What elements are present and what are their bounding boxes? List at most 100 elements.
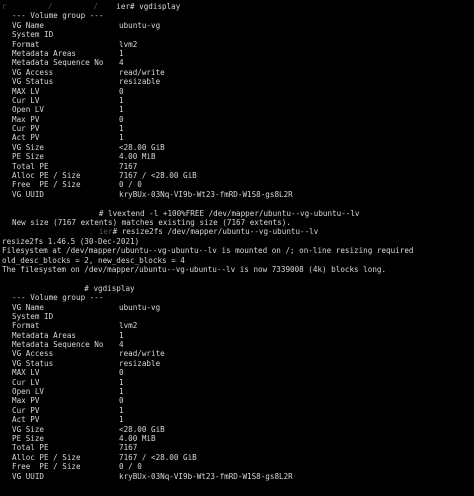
vg-info-label: Alloc PE / Size xyxy=(12,452,81,462)
vg-info-row: Open LV 1 xyxy=(12,105,474,114)
vg-info-row: Alloc PE / Size 7167 / <28.00 GiB xyxy=(12,453,474,462)
redacted-prompt: ier xyxy=(12,227,113,237)
vg-info-value: 1 xyxy=(119,387,124,397)
vg-info-label: VG Size xyxy=(12,424,45,434)
vg-info-value: 0 xyxy=(119,86,124,96)
vg-info-value: resizable xyxy=(119,358,161,368)
shell-prompt: # lvextend -l +100%FREE /dev/mapper/ubun… xyxy=(12,209,474,218)
vg-info-label: Cur PV xyxy=(12,405,40,415)
vg-info-row: Format lvm2 xyxy=(12,321,474,330)
vg-info-label: VG Size xyxy=(12,142,45,152)
vg-info-label: Cur PV xyxy=(12,124,40,134)
command-output: resize2fs 1.46.5 (30-Dec-2021) xyxy=(2,236,140,246)
vg-info-row: Cur PV 1 xyxy=(12,124,474,133)
vg-info-row: System ID xyxy=(12,312,474,321)
vg-info-label: VG Access xyxy=(12,67,54,77)
vg-info-label: VG Name xyxy=(12,302,45,312)
vg-info-row: Metadata Sequence No 4 xyxy=(12,58,474,67)
vg-info-label: VG Name xyxy=(12,20,45,30)
vg-info-label: Total PE xyxy=(12,161,49,171)
vg-info-value: 0 / 0 xyxy=(119,180,142,190)
vg-info-label: Cur LV xyxy=(12,95,40,105)
vg-info-value: 1 xyxy=(119,105,124,115)
vg-info-label: VG UUID xyxy=(12,189,45,199)
vg-info-label: Metadata Areas xyxy=(12,330,77,340)
prompt-command: ier# vgdisplay xyxy=(116,2,181,11)
vg-info-value: kryBUx-03Nq-VI9b-Wt23-fmRD-W1S8-gs8L2R xyxy=(119,471,293,481)
vg-info-row: VG Size <28.00 GiB xyxy=(12,425,474,434)
vg-info-row: VG Access read/write xyxy=(12,68,474,77)
vg-info-row: Cur LV 1 xyxy=(12,96,474,105)
vg-info-label: Open LV xyxy=(12,105,45,115)
vg-info-value: 7167 xyxy=(119,443,138,453)
lvextend-command: # lvextend -l +100%FREE /dev/mapper/ubun… xyxy=(98,208,360,218)
vg-info-row: Metadata Areas 1 xyxy=(12,49,474,58)
vg-info-label: Cur LV xyxy=(12,377,40,387)
vg-info-value: 1 xyxy=(119,415,124,425)
vg-info-row: Format lvm2 xyxy=(12,40,474,49)
command-output: old_desc_blocks = 2, new_desc_blocks = 4 xyxy=(2,255,185,265)
vg-info-row: VG Name ubuntu-vg xyxy=(12,303,474,312)
vg-info-label: Format xyxy=(12,321,40,331)
vg-info-label: System ID xyxy=(12,30,54,40)
vg-info-value: 0 xyxy=(119,396,124,406)
vg-info-row: PE Size 4.00 MiB xyxy=(12,434,474,443)
vg-info-row: Act PV 1 xyxy=(12,415,474,424)
vg-info-row: VG Size <28.00 GiB xyxy=(12,143,474,152)
vg-info-row: Metadata Sequence No 4 xyxy=(12,340,474,349)
vg-info-row: Cur PV 1 xyxy=(12,406,474,415)
vg-info-row: Free PE / Size 0 / 0 xyxy=(12,462,474,471)
redacted-prompt: r / / xyxy=(2,2,117,11)
vg-info-row: Max PV 0 xyxy=(12,115,474,124)
vg-info-value: <28.00 GiB xyxy=(119,424,165,434)
vg-info-label: MAX LV xyxy=(12,368,40,378)
shell-prompt: ier# resize2fs /dev/mapper/ubuntu--vg-ub… xyxy=(12,227,474,236)
vg-info-label: VG Status xyxy=(12,358,54,368)
vg-info-value: lvm2 xyxy=(119,321,138,331)
vg-info-value: 4 xyxy=(119,58,124,68)
command-output: The filesystem on /dev/mapper/ubuntu--vg… xyxy=(2,264,387,274)
vg-info-label: Max PV xyxy=(12,396,40,406)
vg-info-value: kryBUx-03Nq-VI9b-Wt23-fmRD-W1S8-gs8L2R xyxy=(119,189,293,199)
shell-prompt: # vgdisplay xyxy=(2,284,474,293)
vg-info-label: Metadata Sequence No xyxy=(12,58,104,68)
vg-info-value: 7167 / <28.00 GiB xyxy=(119,452,197,462)
vg-info-value: 1 xyxy=(119,377,124,387)
vg-info-row: VG Status resizable xyxy=(12,359,474,368)
vg-info-row: Cur LV 1 xyxy=(12,378,474,387)
vg-info-list: VG Name ubuntu-vg System ID Format lvm2 Metad… xyxy=(12,303,474,481)
vg-info-value: ubuntu-vg xyxy=(119,20,161,30)
vg-info-row: Total PE 7167 xyxy=(12,162,474,171)
vg-info-label: Open LV xyxy=(12,387,45,397)
vg-info-value: 1 xyxy=(119,48,124,58)
vg-info-row: VG Access read/write xyxy=(12,349,474,358)
vg-info-label: Alloc PE / Size xyxy=(12,171,81,181)
vg-info-value: 0 / 0 xyxy=(119,462,142,472)
vg-info-row: VG Name ubuntu-vg xyxy=(12,21,474,30)
vg-info-row: PE Size 4.00 MiB xyxy=(12,152,474,161)
vg-info-value: 7167 xyxy=(119,161,138,171)
vg-info-label: VG Access xyxy=(12,349,54,359)
vg-info-value: resizable xyxy=(119,77,161,87)
vg-info-label: PE Size xyxy=(12,152,45,162)
vg-info-value: lvm2 xyxy=(119,39,138,49)
vg-info-list: VG Name ubuntu-vg System ID Format lvm2 Metad… xyxy=(12,21,474,199)
vg-info-label: PE Size xyxy=(12,433,45,443)
resize2fs-command: # resize2fs /dev/mapper/ubuntu--vg-ubunt… xyxy=(112,227,319,237)
vg-info-value: ubuntu-vg xyxy=(119,302,161,312)
shell-prompt: r / / ier# vgdisplay xyxy=(2,2,474,11)
vg-info-row: Alloc PE / Size 7167 / <28.00 GiB xyxy=(12,171,474,180)
vg-info-label: Act PV xyxy=(12,415,40,425)
vg-info-value: <28.00 GiB xyxy=(119,142,165,152)
vg-info-label: Max PV xyxy=(12,114,40,124)
vg-info-value: 1 xyxy=(119,133,124,143)
vg-info-row: VG UUID kryBUx-03Nq-VI9b-Wt23-fmRD-W1S8-g… xyxy=(12,190,474,199)
terminal-window[interactable]: r / / ier# vgdisplay --- Volume group --… xyxy=(0,0,474,496)
vg-info-label: Total PE xyxy=(12,443,49,453)
vg-info-row: VG Status resizable xyxy=(12,77,474,86)
command-output: New size (7167 extents) matches existing… xyxy=(12,217,291,227)
vg-info-value: 4 xyxy=(119,340,124,350)
vg-info-label: Format xyxy=(12,39,40,49)
vg-info-label: MAX LV xyxy=(12,86,40,96)
